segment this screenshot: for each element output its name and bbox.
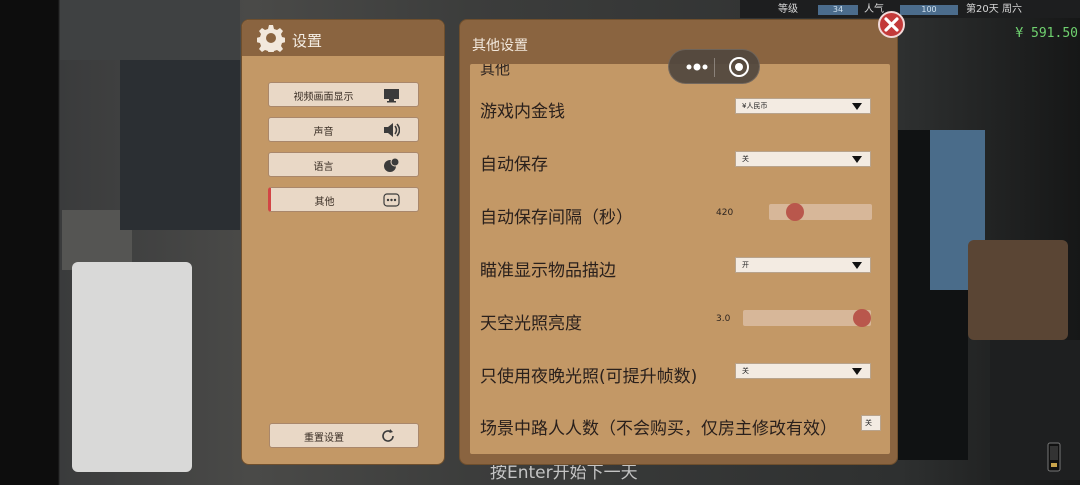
level-label: 等级 [778,4,798,15]
autosave-label: 自动保存 [480,155,548,175]
scene-cashier [968,240,1068,340]
sky-brightness-label: 天空光照亮度 [480,314,582,334]
menu-sound-label: 声音 [313,127,334,138]
settings-header: 设置 [242,20,444,56]
money-display: ¥ 591.50 [1015,26,1078,41]
autosave-value: 关 [742,155,749,163]
close-button[interactable] [878,11,905,38]
other-settings-title: 其他设置 [472,38,528,54]
menu-other-label: 其他 [314,197,335,208]
day-label: 第20天 [966,4,999,15]
autosave-interval-label: 自动保存间隔（秒） [480,208,633,228]
chevron-down-icon [852,156,862,163]
aim-outline-label: 瞄准显示物品描边 [480,261,616,281]
settings-title: 设置 [292,32,323,50]
gear-icon [256,24,286,55]
weekday-label: 周六 [1002,4,1022,15]
night-light-value: 关 [742,367,749,375]
npc-count-label: 场景中路人人数（不会购买，仅房主修改有效） [480,419,837,439]
aim-outline-dropdown[interactable]: 开 [735,257,871,273]
npc-count-dropdown[interactable]: 关 [861,415,881,431]
menu-video-button[interactable]: 视频画面显示 [268,82,419,107]
scene-floor-dark [990,340,1080,480]
autosave-interval-slider[interactable] [769,203,872,221]
chevron-down-icon [852,103,862,110]
aim-outline-value: 开 [742,261,749,269]
chevron-down-icon [852,262,862,269]
miniprogram-capsule [668,49,760,84]
menu-language-button[interactable]: 语言 [268,152,419,177]
menu-language-label: 语言 [313,162,334,173]
scene-counter [72,262,192,472]
menu-video-label: 视频画面显示 [293,92,354,103]
reset-settings-button[interactable]: 重置设置 [269,423,419,448]
sky-brightness-knob[interactable] [853,309,871,327]
ingame-money-value: ¥人民币 [742,102,768,110]
capsule-divider [714,58,715,77]
night-light-label: 只使用夜晚光照(可提升帧数) [480,367,698,387]
popularity-value: 100 [900,5,958,15]
section-label-other: 其他 [480,64,511,78]
sky-brightness-slider[interactable] [743,309,871,327]
sky-brightness-value: 3.0 [716,314,731,324]
phone-icon[interactable] [1047,442,1061,472]
speaker-icon [383,122,401,138]
language-icon [383,157,400,173]
hud-bar: 等级 34 人气 100 第20天 周六 [740,0,1080,18]
ingame-money-label: 游戏内金钱 [480,102,565,122]
more-icon [383,192,400,208]
more-dots-icon[interactable] [679,52,719,82]
scene-wall [60,0,240,60]
refresh-icon [380,428,396,444]
menu-other-button[interactable]: 其他 [268,187,419,212]
monitor-icon [383,87,400,103]
night-light-dropdown[interactable]: 关 [735,363,871,379]
other-settings-list[interactable]: 其他 游戏内金钱 ¥人民币 自动保存 关 自动保存间隔（秒） 420 瞄准显示物… [470,64,890,454]
settings-panel: 设置 视频画面显示 声音 语言 其他 重置设置 [241,19,445,465]
ingame-money-dropdown[interactable]: ¥人民币 [735,98,871,114]
autosave-dropdown[interactable]: 关 [735,151,871,167]
scene-shelf-dark [120,60,240,230]
other-settings-panel: 其他设置 其他 游戏内金钱 ¥人民币 自动保存 关 自动保存间隔（秒） 420 … [459,19,898,465]
autosave-interval-knob[interactable] [786,203,804,221]
autosave-interval-value: 420 [716,208,734,218]
reset-settings-label: 重置设置 [304,433,344,444]
menu-sound-button[interactable]: 声音 [268,117,419,142]
npc-count-value: 关 [865,419,872,427]
level-value: 34 [818,5,858,15]
exit-target-icon[interactable] [727,55,751,79]
chevron-down-icon [852,368,862,375]
close-icon [884,17,899,32]
